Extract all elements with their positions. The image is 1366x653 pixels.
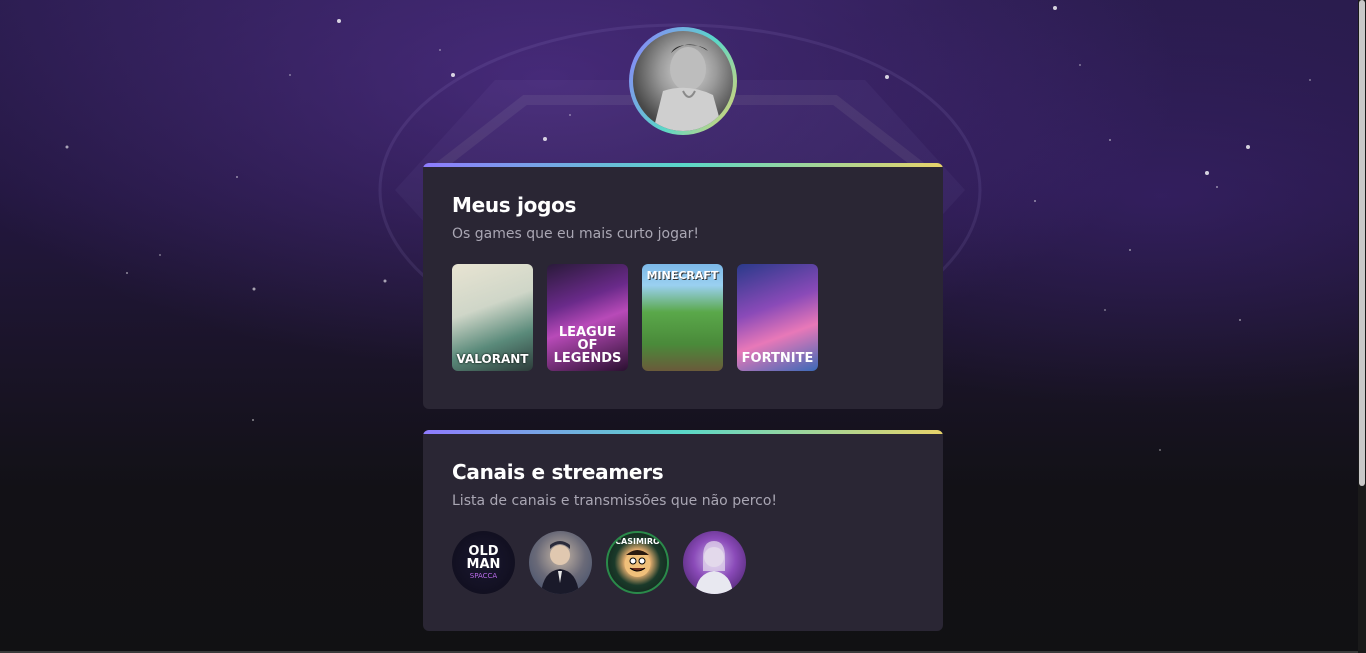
game-minecraft[interactable]: MINECRAFT — [642, 264, 723, 371]
user-photo-icon — [633, 31, 733, 131]
game-valorant[interactable]: VALORANT — [452, 264, 533, 371]
game-label: VALORANT — [456, 352, 529, 366]
streams-card-title: Canais e streamers — [452, 460, 664, 484]
channel-sublabel: SPACCA — [469, 572, 498, 580]
channels-list: OLD MAN SPACCA CASIMIRO — [452, 531, 914, 594]
game-league-of-legends[interactable]: LEAGUE OF LEGENDS — [547, 264, 628, 371]
page-scrollbar[interactable] — [1358, 0, 1366, 653]
streams-card-subtitle: Lista de canais e transmissões que não p… — [452, 493, 778, 509]
scrollbar-thumb[interactable] — [1359, 0, 1365, 486]
streams-card: Canais e streamers Lista de canais e tra… — [423, 430, 943, 631]
games-list: VALORANT LEAGUE OF LEGENDS MINECRAFT FOR… — [452, 264, 914, 371]
channel-label: OLD MAN — [466, 544, 501, 572]
games-card-subtitle: Os games que eu mais curto jogar! — [452, 226, 699, 242]
game-label: FORTNITE — [741, 351, 814, 366]
games-card: Meus jogos Os games que eu mais curto jo… — [423, 163, 943, 409]
streamer-photo-icon — [695, 541, 733, 594]
streamer-photo-icon — [541, 541, 579, 594]
game-label: MINECRAFT — [646, 269, 719, 282]
game-label: LEAGUE OF LEGENDS — [553, 325, 622, 366]
channel-casimiro[interactable]: CASIMIRO — [606, 531, 669, 594]
profile-avatar[interactable] — [629, 27, 737, 135]
channel-old-man-spacca[interactable]: OLD MAN SPACCA — [452, 531, 515, 594]
games-card-title: Meus jogos — [452, 193, 577, 217]
channel-avatar-4[interactable] — [683, 531, 746, 594]
channel-label: CASIMIRO — [615, 537, 660, 546]
game-fortnite[interactable]: FORTNITE — [737, 264, 818, 371]
channel-avatar-2[interactable] — [529, 531, 592, 594]
